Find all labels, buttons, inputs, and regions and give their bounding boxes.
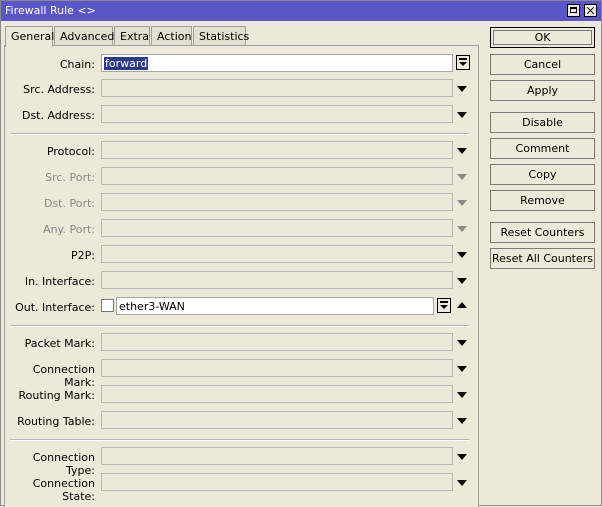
routing-table-expand-icon[interactable] bbox=[457, 418, 467, 424]
routing-mark-expand-icon[interactable] bbox=[457, 392, 467, 398]
out-interface-field[interactable]: ether3-WAN bbox=[116, 297, 434, 315]
reset-all-counters-button-label: Reset All Counters bbox=[491, 252, 594, 265]
chain-dropdown-icon[interactable] bbox=[456, 55, 470, 70]
connection-type-field[interactable] bbox=[101, 447, 453, 465]
p2p-label: P2P: bbox=[71, 249, 95, 262]
ok-button-label: OK bbox=[534, 31, 551, 44]
connection-state-field[interactable] bbox=[101, 473, 453, 491]
dst-port-field bbox=[101, 193, 453, 211]
divider bbox=[10, 439, 469, 441]
apply-button-label: Apply bbox=[526, 84, 559, 97]
copy-button[interactable]: Copy bbox=[490, 164, 595, 185]
any-port-label: Any. Port: bbox=[43, 223, 95, 236]
tab-statistics-label: Statistics bbox=[199, 30, 250, 43]
any-port-expand-icon bbox=[457, 226, 467, 232]
routing-table-label: Routing Table: bbox=[17, 415, 95, 428]
close-icon[interactable] bbox=[584, 4, 597, 17]
in-interface-expand-icon[interactable] bbox=[457, 278, 467, 284]
routing-mark-field[interactable] bbox=[101, 385, 453, 403]
remove-button[interactable]: Remove bbox=[490, 190, 595, 211]
routing-mark-label: Routing Mark: bbox=[18, 389, 95, 402]
comment-button[interactable]: Comment bbox=[490, 138, 595, 159]
in-interface-field[interactable] bbox=[101, 271, 453, 289]
chain-label: Chain: bbox=[59, 58, 95, 71]
src-address-label: Src. Address: bbox=[23, 83, 95, 96]
cancel-button[interactable]: Cancel bbox=[490, 54, 595, 75]
tab-advanced-label: Advanced bbox=[60, 30, 115, 43]
maximize-icon[interactable] bbox=[567, 4, 580, 17]
copy-button-label: Copy bbox=[528, 168, 557, 181]
packet-mark-label: Packet Mark: bbox=[24, 337, 95, 350]
out-interface-dropdown-icon[interactable] bbox=[437, 298, 451, 313]
dst-port-expand-icon bbox=[457, 200, 467, 206]
protocol-field[interactable] bbox=[101, 141, 453, 159]
tab-extra[interactable]: Extra bbox=[114, 26, 150, 46]
cancel-button-label: Cancel bbox=[523, 58, 562, 71]
window-title: Firewall Rule <> bbox=[5, 4, 96, 17]
protocol-expand-icon[interactable] bbox=[457, 148, 467, 154]
tab-statistics[interactable]: Statistics bbox=[193, 26, 250, 46]
src-port-label: Src. Port: bbox=[45, 171, 95, 184]
connection-state-label: Connection State: bbox=[32, 477, 95, 503]
tab-general-label: General bbox=[11, 30, 55, 43]
any-port-field bbox=[101, 219, 453, 237]
out-interface-collapse-icon[interactable] bbox=[457, 302, 467, 308]
src-address-field[interactable] bbox=[101, 79, 453, 97]
reset-all-counters-button[interactable]: Reset All Counters bbox=[490, 248, 595, 269]
p2p-expand-icon[interactable] bbox=[457, 252, 467, 258]
dst-port-label: Dst. Port: bbox=[43, 197, 95, 210]
connection-mark-expand-icon[interactable] bbox=[457, 366, 467, 372]
out-interface-label: Out. Interface: bbox=[15, 301, 95, 314]
reset-counters-button-label: Reset Counters bbox=[500, 226, 585, 239]
packet-mark-expand-icon[interactable] bbox=[457, 340, 467, 346]
divider bbox=[10, 133, 469, 135]
p2p-field[interactable] bbox=[101, 245, 453, 263]
connection-type-label: Connection Type: bbox=[32, 451, 95, 477]
dst-address-expand-icon[interactable] bbox=[457, 112, 467, 118]
tab-general[interactable]: General bbox=[5, 26, 55, 47]
chain-value: forward bbox=[104, 57, 149, 70]
dst-address-field[interactable] bbox=[101, 105, 453, 123]
src-port-expand-icon bbox=[457, 174, 467, 180]
firewall-rule-window: Firewall Rule <> General Advanced Extra … bbox=[0, 0, 602, 507]
apply-button[interactable]: Apply bbox=[490, 80, 595, 101]
tab-action[interactable]: Action bbox=[151, 26, 192, 46]
chain-field[interactable]: forward bbox=[101, 54, 453, 72]
disable-button-label: Disable bbox=[522, 116, 563, 129]
remove-button-label: Remove bbox=[520, 194, 565, 207]
connection-type-expand-icon[interactable] bbox=[457, 454, 467, 460]
src-address-expand-icon[interactable] bbox=[457, 86, 467, 92]
connection-mark-field[interactable] bbox=[101, 359, 453, 377]
routing-table-field[interactable] bbox=[101, 411, 453, 429]
connection-state-expand-icon[interactable] bbox=[457, 480, 467, 486]
connection-mark-label: Connection Mark: bbox=[32, 363, 95, 389]
title-bar[interactable]: Firewall Rule <> bbox=[1, 1, 601, 21]
reset-counters-button[interactable]: Reset Counters bbox=[490, 222, 595, 243]
out-interface-value: ether3-WAN bbox=[119, 300, 185, 313]
dst-address-label: Dst. Address: bbox=[21, 109, 95, 122]
tab-action-label: Action bbox=[157, 30, 192, 43]
ok-button[interactable]: OK bbox=[490, 27, 595, 48]
tab-advanced[interactable]: Advanced bbox=[54, 26, 115, 46]
disable-button[interactable]: Disable bbox=[490, 112, 595, 133]
src-port-field bbox=[101, 167, 453, 185]
comment-button-label: Comment bbox=[515, 142, 570, 155]
protocol-label: Protocol: bbox=[46, 145, 95, 158]
divider bbox=[10, 325, 469, 327]
tab-extra-label: Extra bbox=[120, 30, 150, 43]
out-interface-negate-checkbox[interactable] bbox=[101, 299, 114, 312]
packet-mark-field[interactable] bbox=[101, 333, 453, 351]
in-interface-label: In. Interface: bbox=[24, 275, 95, 288]
